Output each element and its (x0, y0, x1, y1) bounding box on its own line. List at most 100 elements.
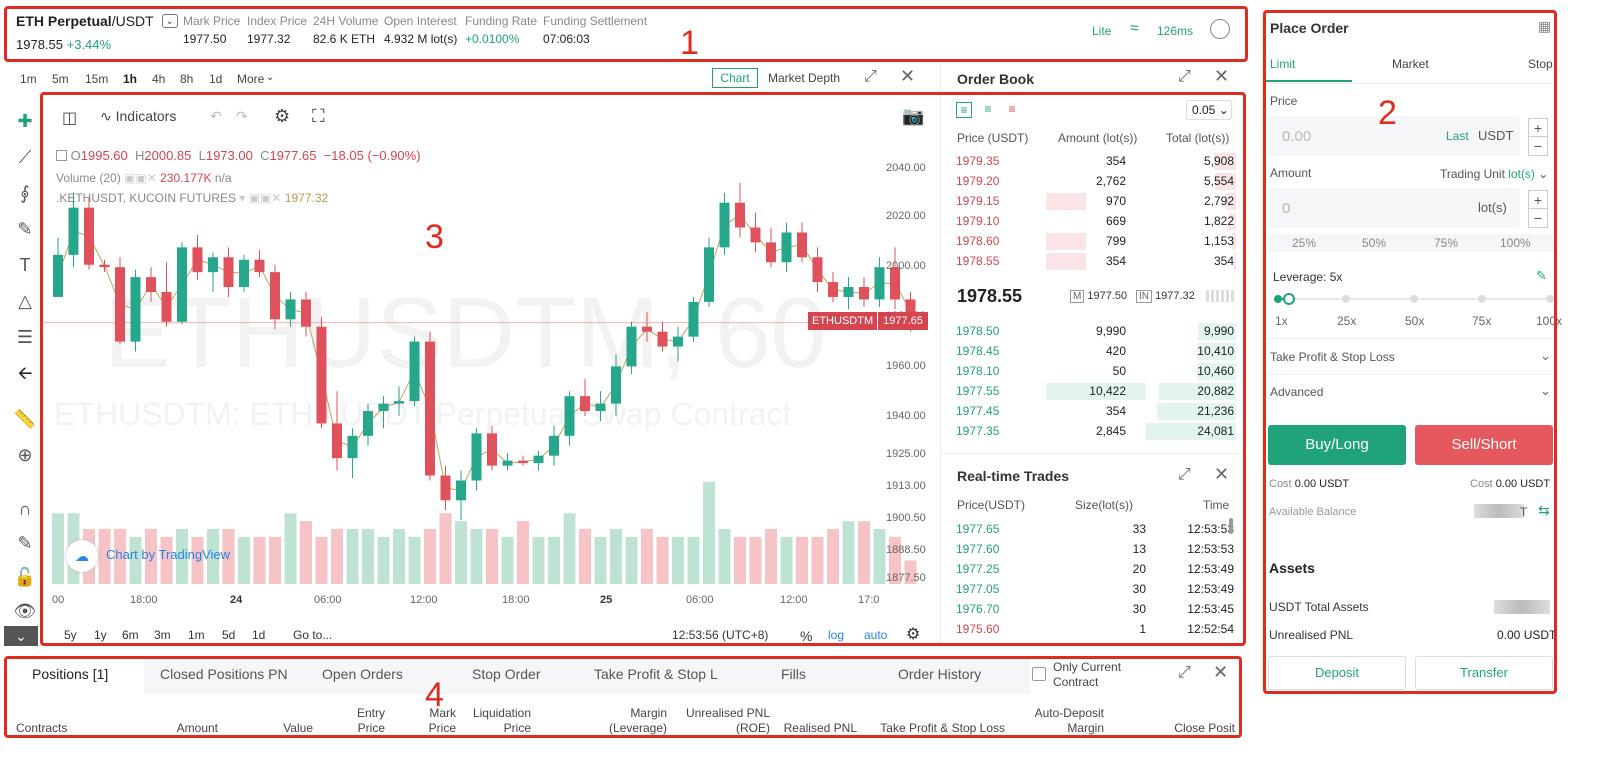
leverage-dot[interactable] (1410, 295, 1418, 303)
price-minus-button[interactable]: − (1528, 136, 1548, 156)
leverage-dot[interactable] (1274, 295, 1282, 303)
leverage-dot[interactable] (1546, 295, 1554, 303)
expand-icon[interactable]: ⤢ (864, 68, 877, 86)
ask-row[interactable]: 1979.20 2,762 5,554 (956, 172, 1236, 191)
ask-row[interactable]: 1979.15 970 2,792 (956, 192, 1236, 211)
fib-icon[interactable]: ⨕ (12, 180, 38, 206)
timeframe-2[interactable]: 15m (85, 72, 108, 86)
percent-scale-toggle[interactable]: % (800, 628, 812, 644)
order-book-expand-icon[interactable]: ⤢ (1178, 68, 1191, 86)
arrow-left-icon[interactable]: 🡨 (12, 360, 38, 386)
range-3m[interactable]: 3m (154, 628, 171, 642)
trades-scrollbar[interactable] (1229, 518, 1233, 534)
chevron-down-icon[interactable]: ⌄ (1540, 348, 1551, 364)
buy-long-button[interactable]: Buy/Long (1268, 425, 1406, 465)
leverage-knob[interactable] (1282, 293, 1295, 305)
timeframe-0[interactable]: 1m (20, 72, 37, 86)
settings-icon[interactable] (1210, 19, 1230, 39)
log-scale-toggle[interactable]: log (828, 628, 844, 642)
tradingview-credit[interactable]: Chart by TradingView (106, 547, 230, 562)
trades-close-icon[interactable]: ✕ (1214, 464, 1229, 485)
goto-button[interactable]: Go to... (293, 628, 332, 642)
prediction-icon[interactable]: ☰ (12, 324, 38, 350)
unlock-icon[interactable]: 🔓 (12, 564, 38, 590)
range-5y[interactable]: 5y (64, 628, 77, 642)
ask-row[interactable]: 1979.10 669 1,822 (956, 212, 1236, 231)
tab-market[interactable]: Market (1392, 57, 1429, 71)
advanced-toggle[interactable]: Advanced (1270, 385, 1323, 399)
close-icon[interactable]: ✕ (900, 66, 915, 87)
precision-select[interactable]: 0.05 ⌄ (1186, 100, 1232, 120)
amount-input[interactable]: 0 lot(s) (1268, 188, 1520, 228)
bid-row[interactable]: 1978.45 420 10,410 (956, 342, 1236, 361)
amount-plus-button[interactable]: + (1528, 190, 1548, 210)
tab-chart[interactable]: Chart (712, 68, 758, 88)
bid-row[interactable]: 1978.50 9,990 9,990 (956, 322, 1236, 341)
range-1m[interactable]: 1m (188, 628, 205, 642)
bid-row[interactable]: 1977.35 2,845 24,081 (956, 422, 1236, 441)
timeframe-1[interactable]: 5m (52, 72, 69, 86)
percent-2[interactable]: 75% (1434, 236, 1458, 250)
book-asks-view-icon[interactable]: ≡ (1004, 102, 1020, 118)
positions-tab-5[interactable]: Fills (781, 666, 806, 682)
positions-tab-4[interactable]: Take Profit & Stop L (594, 666, 718, 682)
last-price-button[interactable]: Last (1446, 129, 1469, 143)
book-bids-view-icon[interactable]: ≡ (980, 102, 996, 118)
sell-short-button[interactable]: Sell/Short (1415, 425, 1553, 465)
tpsl-toggle[interactable]: Take Profit & Stop Loss (1270, 350, 1395, 364)
bid-row[interactable]: 1977.55 10,422 20,882 (956, 382, 1236, 401)
amount-minus-button[interactable]: − (1528, 208, 1548, 228)
text-icon[interactable]: T (12, 252, 38, 278)
price-plus-button[interactable]: + (1528, 118, 1548, 138)
timeframe-5[interactable]: 8h (180, 72, 193, 86)
leverage-dot[interactable] (1478, 295, 1486, 303)
ask-row[interactable]: 1978.55 354 354 (956, 252, 1236, 271)
scale-settings-icon[interactable]: ⚙ (906, 624, 920, 644)
percent-3[interactable]: 100% (1500, 236, 1531, 250)
positions-tab-0[interactable]: Positions [1] (32, 666, 108, 682)
positions-tab-1[interactable]: Closed Positions PN (160, 666, 288, 682)
calculator-icon[interactable]: ▦ (1538, 18, 1551, 35)
positions-tab-3[interactable]: Stop Order (472, 666, 540, 682)
range-1d[interactable]: 1d (252, 628, 265, 642)
ask-row[interactable]: 1978.60 799 1,153 (956, 232, 1236, 251)
trading-unit-select[interactable]: Trading Unit lot(s) ⌄ (1440, 167, 1548, 181)
symbol-selector[interactable]: ETH Perpetual/USDT ⌄ (16, 13, 178, 29)
timeframe-6[interactable]: 1d (209, 72, 222, 86)
range-1y[interactable]: 1y (94, 628, 107, 642)
trend-line-icon[interactable]: ⟋ (12, 144, 38, 170)
transfer-swap-icon[interactable]: ⇆ (1538, 502, 1550, 519)
collapse-toolbar-icon[interactable]: ⌄ (4, 626, 38, 646)
tab-limit[interactable]: Limit (1270, 57, 1295, 71)
order-book-close-icon[interactable]: ✕ (1214, 66, 1229, 87)
lite-mode-toggle[interactable]: Lite (1092, 24, 1111, 38)
eye-icon[interactable]: 👁 (12, 598, 38, 624)
leverage-slider[interactable] (1274, 292, 1554, 306)
positions-tab-2[interactable]: Open Orders (322, 666, 403, 682)
chevron-down-icon[interactable]: ⌄ (161, 14, 178, 28)
timeframe-3[interactable]: 1h (123, 72, 137, 86)
percent-1[interactable]: 50% (1362, 236, 1386, 250)
leverage-dot[interactable] (1342, 295, 1350, 303)
price-chart[interactable]: ETHUSDTM, 60 ETHUSDTM: ETH / USDT Perpet… (44, 96, 938, 644)
positions-expand-icon[interactable]: ⤢ (1178, 664, 1191, 682)
tab-market-depth[interactable]: Market Depth (768, 71, 840, 85)
auto-scale-toggle[interactable]: auto (864, 628, 887, 642)
ruler-icon[interactable]: 📏 (12, 406, 38, 432)
positions-tab-6[interactable]: Order History (898, 666, 981, 682)
transfer-button[interactable]: Transfer (1415, 656, 1553, 690)
bid-row[interactable]: 1978.10 50 10,460 (956, 362, 1236, 381)
range-5d[interactable]: 5d (222, 628, 235, 642)
brush-icon[interactable]: ✎ (12, 216, 38, 242)
percent-0[interactable]: 25% (1292, 236, 1316, 250)
trades-expand-icon[interactable]: ⤢ (1178, 466, 1191, 484)
magnet-icon[interactable]: ∩ (12, 496, 38, 522)
range-6m[interactable]: 6m (122, 628, 139, 642)
chevron-down-icon[interactable]: ⌄ (1540, 383, 1551, 399)
edit-leverage-icon[interactable]: ✎ (1536, 268, 1547, 284)
positions-close-icon[interactable]: ✕ (1213, 662, 1228, 683)
bid-row[interactable]: 1977.45 354 21,236 (956, 402, 1236, 421)
only-current-checkbox[interactable] (1032, 667, 1046, 681)
tab-stop[interactable]: Stop (1528, 57, 1553, 71)
deposit-button[interactable]: Deposit (1268, 656, 1406, 690)
